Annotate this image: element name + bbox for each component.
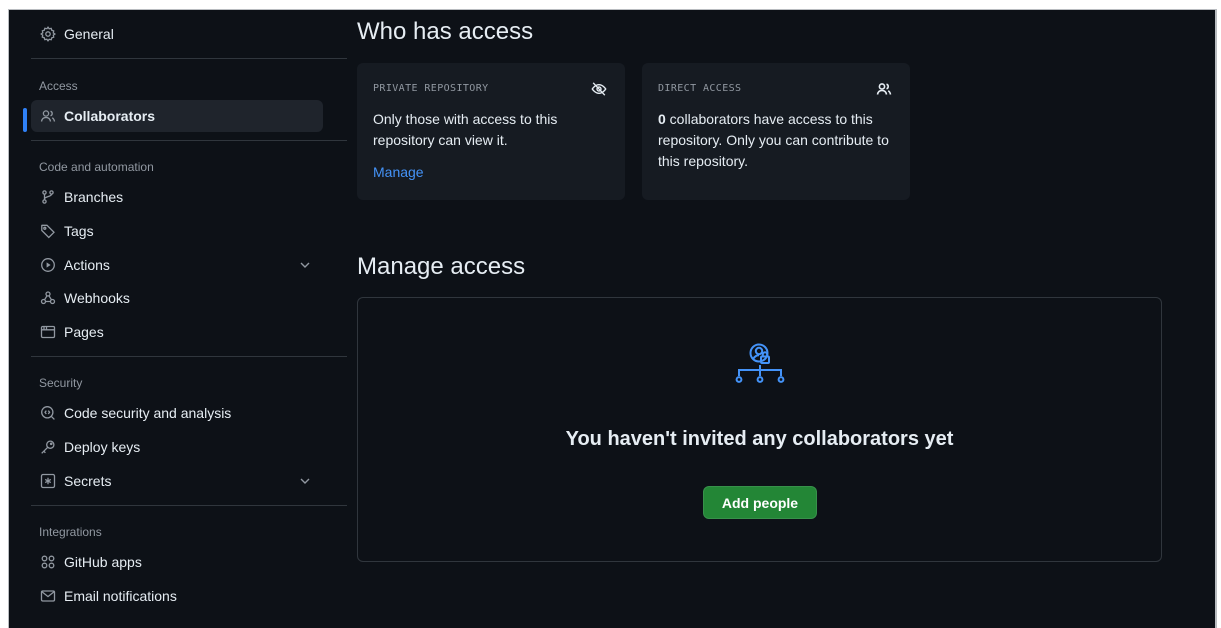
- browser-icon: [40, 324, 56, 340]
- asterisk-box-icon: [40, 473, 56, 489]
- sidebar-item-label: Collaborators: [64, 108, 156, 124]
- sidebar-item-tags[interactable]: Tags: [31, 215, 323, 247]
- sidebar-item-label: Pages: [64, 324, 104, 340]
- settings-window: General Access Collaborators Code and au…: [8, 9, 1217, 628]
- sidebar-item-collaborators[interactable]: Collaborators: [31, 100, 323, 132]
- sidebar-item-github-apps[interactable]: GitHub apps: [31, 546, 323, 578]
- sidebar-item-general[interactable]: General: [31, 18, 323, 50]
- sidebar-item-email-notifications[interactable]: Email notifications: [31, 580, 323, 612]
- organization-lock-icon: [732, 342, 788, 398]
- group-title-integrations: Integrations: [39, 525, 102, 539]
- sidebar-item-label: Webhooks: [64, 290, 130, 306]
- manage-link[interactable]: Manage: [373, 164, 424, 180]
- chevron-down-icon[interactable]: [297, 257, 313, 273]
- add-people-button[interactable]: Add people: [703, 486, 817, 519]
- group-title-code-automation: Code and automation: [39, 160, 154, 174]
- sidebar-item-deploy-keys[interactable]: Deploy keys: [31, 431, 323, 463]
- sidebar-item-label: GitHub apps: [64, 554, 142, 570]
- people-icon: [40, 108, 56, 124]
- apps-icon: [40, 554, 56, 570]
- card-label: PRIVATE REPOSITORY: [373, 83, 489, 94]
- sidebar-item-code-security[interactable]: Code security and analysis: [31, 397, 323, 429]
- sidebar-item-label: Actions: [64, 257, 110, 273]
- sidebar-item-actions[interactable]: Actions: [31, 249, 323, 281]
- settings-sidebar: General Access Collaborators Code and au…: [23, 10, 357, 628]
- sidebar-divider: [31, 356, 347, 357]
- group-title-access: Access: [39, 79, 78, 93]
- sidebar-divider: [31, 140, 347, 141]
- key-icon: [40, 439, 56, 455]
- codescan-icon: [40, 405, 56, 421]
- people-icon: [876, 81, 892, 97]
- sidebar-item-label: Email notifications: [64, 588, 177, 604]
- gear-icon: [40, 26, 56, 42]
- sidebar-item-label: General: [64, 26, 114, 42]
- card-description: 0 collaborators have access to this repo…: [658, 109, 894, 172]
- sidebar-item-pages[interactable]: Pages: [31, 316, 323, 348]
- sidebar-divider: [31, 505, 347, 506]
- card-label: DIRECT ACCESS: [658, 83, 742, 94]
- sidebar-item-label: Secrets: [64, 473, 112, 489]
- sidebar-item-branches[interactable]: Branches: [31, 181, 323, 213]
- who-has-access-heading: Who has access: [357, 18, 534, 45]
- private-repository-card: PRIVATE REPOSITORY Only those with acces…: [357, 63, 625, 200]
- sidebar-item-webhooks[interactable]: Webhooks: [31, 282, 323, 314]
- chevron-down-icon[interactable]: [297, 473, 313, 489]
- mail-icon: [40, 588, 56, 604]
- direct-access-text: collaborators have access to this reposi…: [658, 111, 889, 169]
- collaborator-count: 0: [658, 111, 666, 127]
- active-indicator: [23, 108, 27, 132]
- sidebar-item-label: Branches: [64, 189, 124, 205]
- sidebar-item-label: Deploy keys: [64, 439, 141, 455]
- group-title-security: Security: [39, 376, 83, 390]
- git-branch-icon: [40, 189, 56, 205]
- empty-state-title: You haven't invited any collaborators ye…: [565, 428, 954, 450]
- eye-closed-icon: [591, 81, 607, 97]
- sidebar-item-label: Code security and analysis: [64, 405, 232, 421]
- direct-access-card: DIRECT ACCESS 0 collaborators have acces…: [642, 63, 910, 200]
- tag-icon: [40, 223, 56, 239]
- play-circle-icon: [40, 257, 56, 273]
- manage-access-heading: Manage access: [357, 253, 526, 280]
- sidebar-item-secrets[interactable]: Secrets: [31, 465, 323, 497]
- collaborators-empty-state: You haven't invited any collaborators ye…: [357, 297, 1162, 562]
- sidebar-divider: [31, 58, 347, 59]
- sidebar-item-label: Tags: [64, 223, 94, 239]
- webhook-icon: [40, 290, 56, 306]
- card-description: Only those with access to this repositor…: [373, 111, 558, 148]
